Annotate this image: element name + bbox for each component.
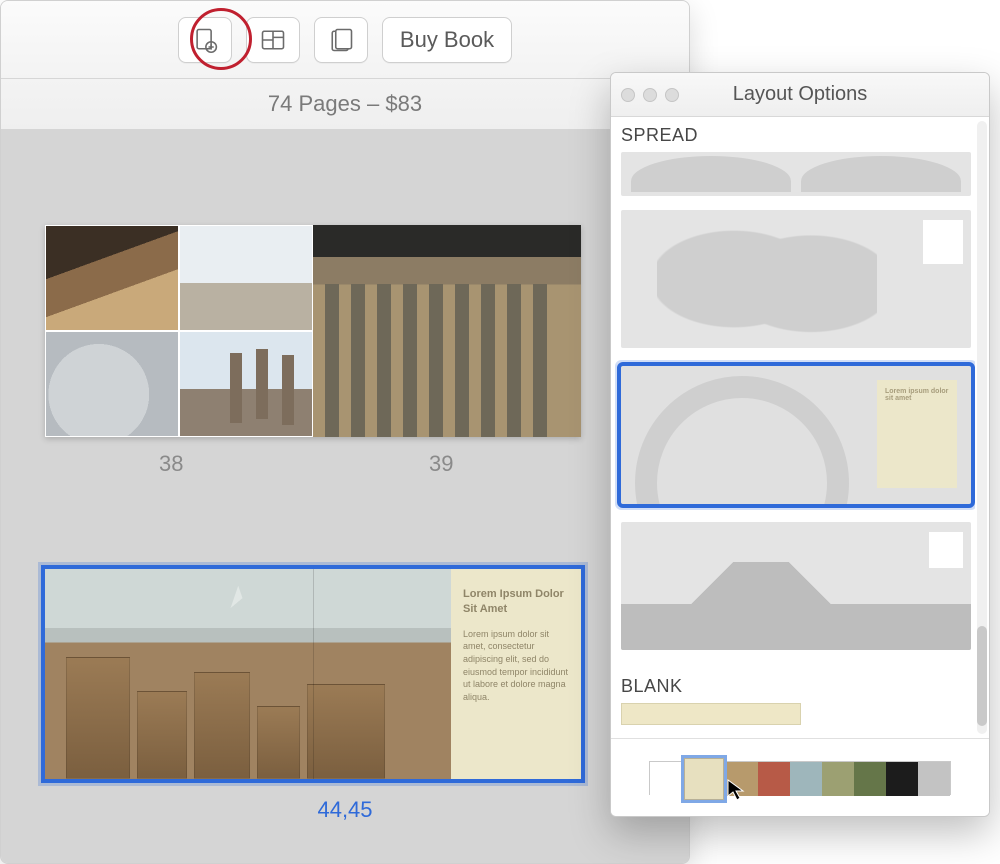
text-title: Lorem Ipsum Dolor Sit Amet [463,587,569,618]
color-swatch[interactable] [886,762,918,796]
text-slot-icon [923,220,963,264]
layout-template-feet[interactable] [621,152,971,196]
panel-scrollbar[interactable] [977,121,987,734]
layout-template-blank[interactable] [621,703,801,725]
panel-title: Layout Options [611,83,989,106]
right-page-photo[interactable] [313,225,581,437]
layout-template-mountain[interactable] [621,522,971,650]
section-label-spread: SPREAD [617,117,969,152]
photo-placeholder[interactable] [45,331,179,437]
page-spread-44-45-selected[interactable]: Lorem Ipsum Dolor Sit Amet Lorem ipsum d… [41,565,585,783]
page-spread-38-39[interactable] [45,225,581,437]
background-color-swatches [611,738,989,816]
color-swatch[interactable] [822,762,854,796]
book-icon [327,25,355,55]
buy-book-button[interactable]: Buy Book [382,17,512,63]
color-swatch[interactable] [790,762,822,796]
book-themes-button[interactable] [314,17,368,63]
book-spine [313,569,314,779]
color-swatch[interactable] [854,762,886,796]
color-swatch[interactable] [758,762,790,796]
photo-placeholder[interactable] [66,657,420,779]
color-swatch[interactable] [918,762,950,796]
layout-icon [259,25,287,55]
buy-book-label: Buy Book [400,27,494,53]
panel-scroll-area[interactable]: SPREAD Lorem ipsum dolor sit amet BLANK [611,117,975,738]
text-block[interactable]: Lorem Ipsum Dolor Sit Amet Lorem ipsum d… [451,569,581,779]
section-label-blank: BLANK [617,668,969,703]
text-slot: Lorem ipsum dolor sit amet [877,380,957,488]
page-number-right: 39 [429,451,453,477]
book-editor-window: Buy Book 74 Pages – $83 38 39 [0,0,690,864]
photo-placeholder[interactable] [179,331,313,437]
color-swatch[interactable] [726,762,758,796]
layout-options-panel: Layout Options SPREAD Lorem ipsum dolor … [610,72,990,817]
text-body: Lorem ipsum dolor sit amet, consectetur … [463,628,569,704]
add-page-button[interactable] [178,17,232,63]
spread-content: Lorem Ipsum Dolor Sit Amet Lorem ipsum d… [45,569,581,779]
book-pages-canvas[interactable]: 38 39 Lorem Ipsum Dolor Sit Amet Lorem i… [1,129,689,863]
left-page-grid [45,225,313,437]
selected-spread-label: 44,45 [1,797,689,823]
page-plus-icon [191,25,219,55]
panel-titlebar[interactable]: Layout Options [611,73,989,117]
layout-options-button[interactable] [246,17,300,63]
photo-placeholder[interactable] [45,225,179,331]
color-swatch[interactable] [684,758,724,800]
layout-template-butterfly[interactable] [621,210,971,348]
scroll-thumb[interactable] [977,626,987,726]
page-number-left: 38 [159,451,183,477]
toolbar: Buy Book [1,1,689,79]
layout-template-arch-selected[interactable]: Lorem ipsum dolor sit amet [621,366,971,504]
color-swatch[interactable] [650,762,682,796]
photo-placeholder[interactable] [179,225,313,331]
page-count-price: 74 Pages – $83 [1,79,689,129]
text-slot-icon [929,532,963,568]
